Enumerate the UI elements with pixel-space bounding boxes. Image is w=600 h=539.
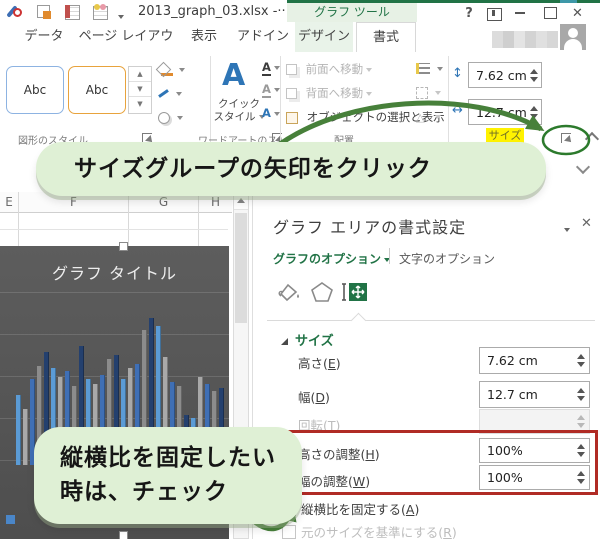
callout-lock-aspect-line1: 縦横比を固定したい	[60, 441, 302, 475]
scrollbar-thumb[interactable]	[235, 213, 247, 323]
ribbon: Abc Abc ▲ ▼ ▼ 図形のスタイル A クイック スタイル A	[0, 52, 600, 149]
pane-height-spinner[interactable]: 7.62 cm	[479, 347, 590, 374]
context-tab-group-header: グラフ ツール	[287, 3, 417, 22]
shape-width-spinner[interactable]: 12.7 cm	[468, 99, 542, 125]
tab-view[interactable]: 表示	[182, 22, 226, 52]
fill-line-icon[interactable]	[275, 280, 301, 307]
shape-width-icon: ↔	[452, 103, 463, 118]
shape-style-preset-1[interactable]: Abc	[6, 66, 64, 114]
bring-forward-button[interactable]: 前面へ移動	[286, 61, 372, 77]
group-button[interactable]	[416, 85, 441, 99]
pane-height-up-icon[interactable]	[577, 354, 585, 359]
shape-effects-icon	[158, 112, 170, 124]
width-up-icon[interactable]	[530, 106, 538, 111]
width-label: 幅(D)	[298, 387, 330, 406]
excel-window: 2013_graph_03.xlsx -··· グラフ ツール ? ✕ データ …	[0, 0, 600, 539]
style-gallery-scroll[interactable]: ▲ ▼ ▼	[128, 66, 152, 114]
pane-tab-chart-options[interactable]: グラフのオプション	[273, 250, 390, 267]
text-effects-button[interactable]: A	[262, 106, 280, 120]
pane-width-spinner[interactable]: 12.7 cm	[479, 381, 590, 408]
group-icon	[416, 87, 428, 99]
minimize-button[interactable]	[515, 12, 525, 14]
shape-outline-icon	[158, 89, 169, 98]
size-properties-icon-selected[interactable]	[341, 280, 369, 307]
height-label: 高さ(E)	[298, 353, 341, 372]
help-button[interactable]: ?	[462, 6, 476, 21]
align-button[interactable]	[416, 61, 443, 75]
height-up-icon[interactable]	[530, 69, 538, 74]
formula-bar-expand-icon[interactable]	[576, 160, 590, 174]
pane-title: グラフ エリアの書式設定	[273, 214, 466, 238]
lock-aspect-ratio-label[interactable]: 縦横比を固定する(A)	[301, 499, 419, 518]
bring-forward-icon	[286, 64, 297, 75]
table-red-icon[interactable]	[64, 4, 82, 20]
shape-style-preset-2[interactable]: Abc	[68, 66, 126, 114]
size-section-label[interactable]: サイズ	[295, 330, 334, 349]
effects-icon[interactable]	[309, 280, 335, 307]
annotation-red-box	[280, 430, 598, 495]
tab-addins[interactable]: アドイン	[234, 22, 292, 52]
close-window-button[interactable]: ✕	[572, 6, 583, 21]
shape-fill-button[interactable]	[158, 62, 185, 76]
relative-to-original-checkbox	[282, 525, 296, 539]
send-backward-button[interactable]: 背面へ移動	[286, 85, 372, 101]
text-outline-button[interactable]: A	[262, 82, 280, 96]
rotate-button[interactable]: △	[416, 109, 441, 123]
tab-format-active[interactable]: 書式	[356, 22, 416, 53]
callout-lock-aspect-line2: 時は、チェック	[60, 475, 302, 509]
pane-width-up-icon[interactable]	[577, 388, 585, 393]
height-down-icon[interactable]	[530, 77, 538, 82]
ink-pen-disabled-icon[interactable]	[8, 4, 26, 20]
size-section-collapse-icon[interactable]	[281, 338, 288, 345]
pane-height-down-icon[interactable]	[577, 362, 585, 367]
relative-to-original-label: 元のサイズを基準にする(R)	[301, 522, 457, 539]
size-dialog-launcher[interactable]	[561, 133, 571, 143]
chart-legend-fragment	[6, 515, 15, 524]
pane-tab-text-options[interactable]: 文字のオプション	[399, 250, 495, 267]
shape-height-icon: ↕	[452, 66, 463, 81]
quick-styles-button[interactable]: クイック スタイル	[212, 98, 266, 124]
pane-options-icon[interactable]	[561, 222, 570, 236]
shape-effects-button[interactable]	[158, 110, 183, 124]
chart-selection-handle-bottom[interactable]	[119, 531, 128, 539]
chart-title[interactable]: グラフ タイトル	[0, 260, 229, 284]
gallery-up-icon[interactable]: ▲	[129, 67, 151, 82]
pane-width-down-icon[interactable]	[577, 396, 585, 401]
rotate-icon: △	[416, 111, 428, 123]
tab-data[interactable]: データ	[20, 22, 68, 52]
align-icon	[416, 63, 430, 74]
shape-height-spinner[interactable]: 7.62 cm	[468, 62, 542, 88]
gallery-down-icon[interactable]: ▼	[129, 82, 151, 97]
tab-page-layout[interactable]: ページ レイアウト	[78, 22, 174, 52]
window-title: 2013_graph_03.xlsx -···	[138, 4, 290, 19]
quick-styles-big-a[interactable]: A	[222, 58, 245, 93]
column-header-e[interactable]: E	[0, 192, 18, 213]
scroll-up-icon	[237, 198, 245, 203]
selection-pane-icon	[286, 112, 298, 124]
copy-sheet-icon[interactable]	[36, 4, 54, 20]
table-dots-icon[interactable]	[92, 4, 110, 20]
shape-outline-button[interactable]	[158, 86, 182, 100]
callout-lock-aspect: 縦横比を固定したい 時は、チェック	[34, 427, 302, 524]
restore-button[interactable]	[544, 7, 557, 19]
pane-close-icon[interactable]: ✕	[581, 216, 592, 231]
titlebar-accent-teal	[560, 0, 577, 3]
text-fill-button[interactable]: A	[262, 60, 280, 74]
user-name-redacted	[492, 31, 558, 48]
callout-size-launcher: サイズグループの矢印をクリック	[36, 142, 546, 196]
user-avatar[interactable]	[560, 24, 586, 50]
send-backward-icon	[286, 88, 297, 99]
tab-design[interactable]: デザイン	[295, 22, 353, 52]
collapse-ribbon-icon[interactable]	[585, 132, 599, 146]
width-down-icon[interactable]	[530, 114, 538, 119]
gallery-more-icon[interactable]: ▼	[129, 97, 151, 111]
chart-selection-handle-top[interactable]	[119, 242, 128, 251]
